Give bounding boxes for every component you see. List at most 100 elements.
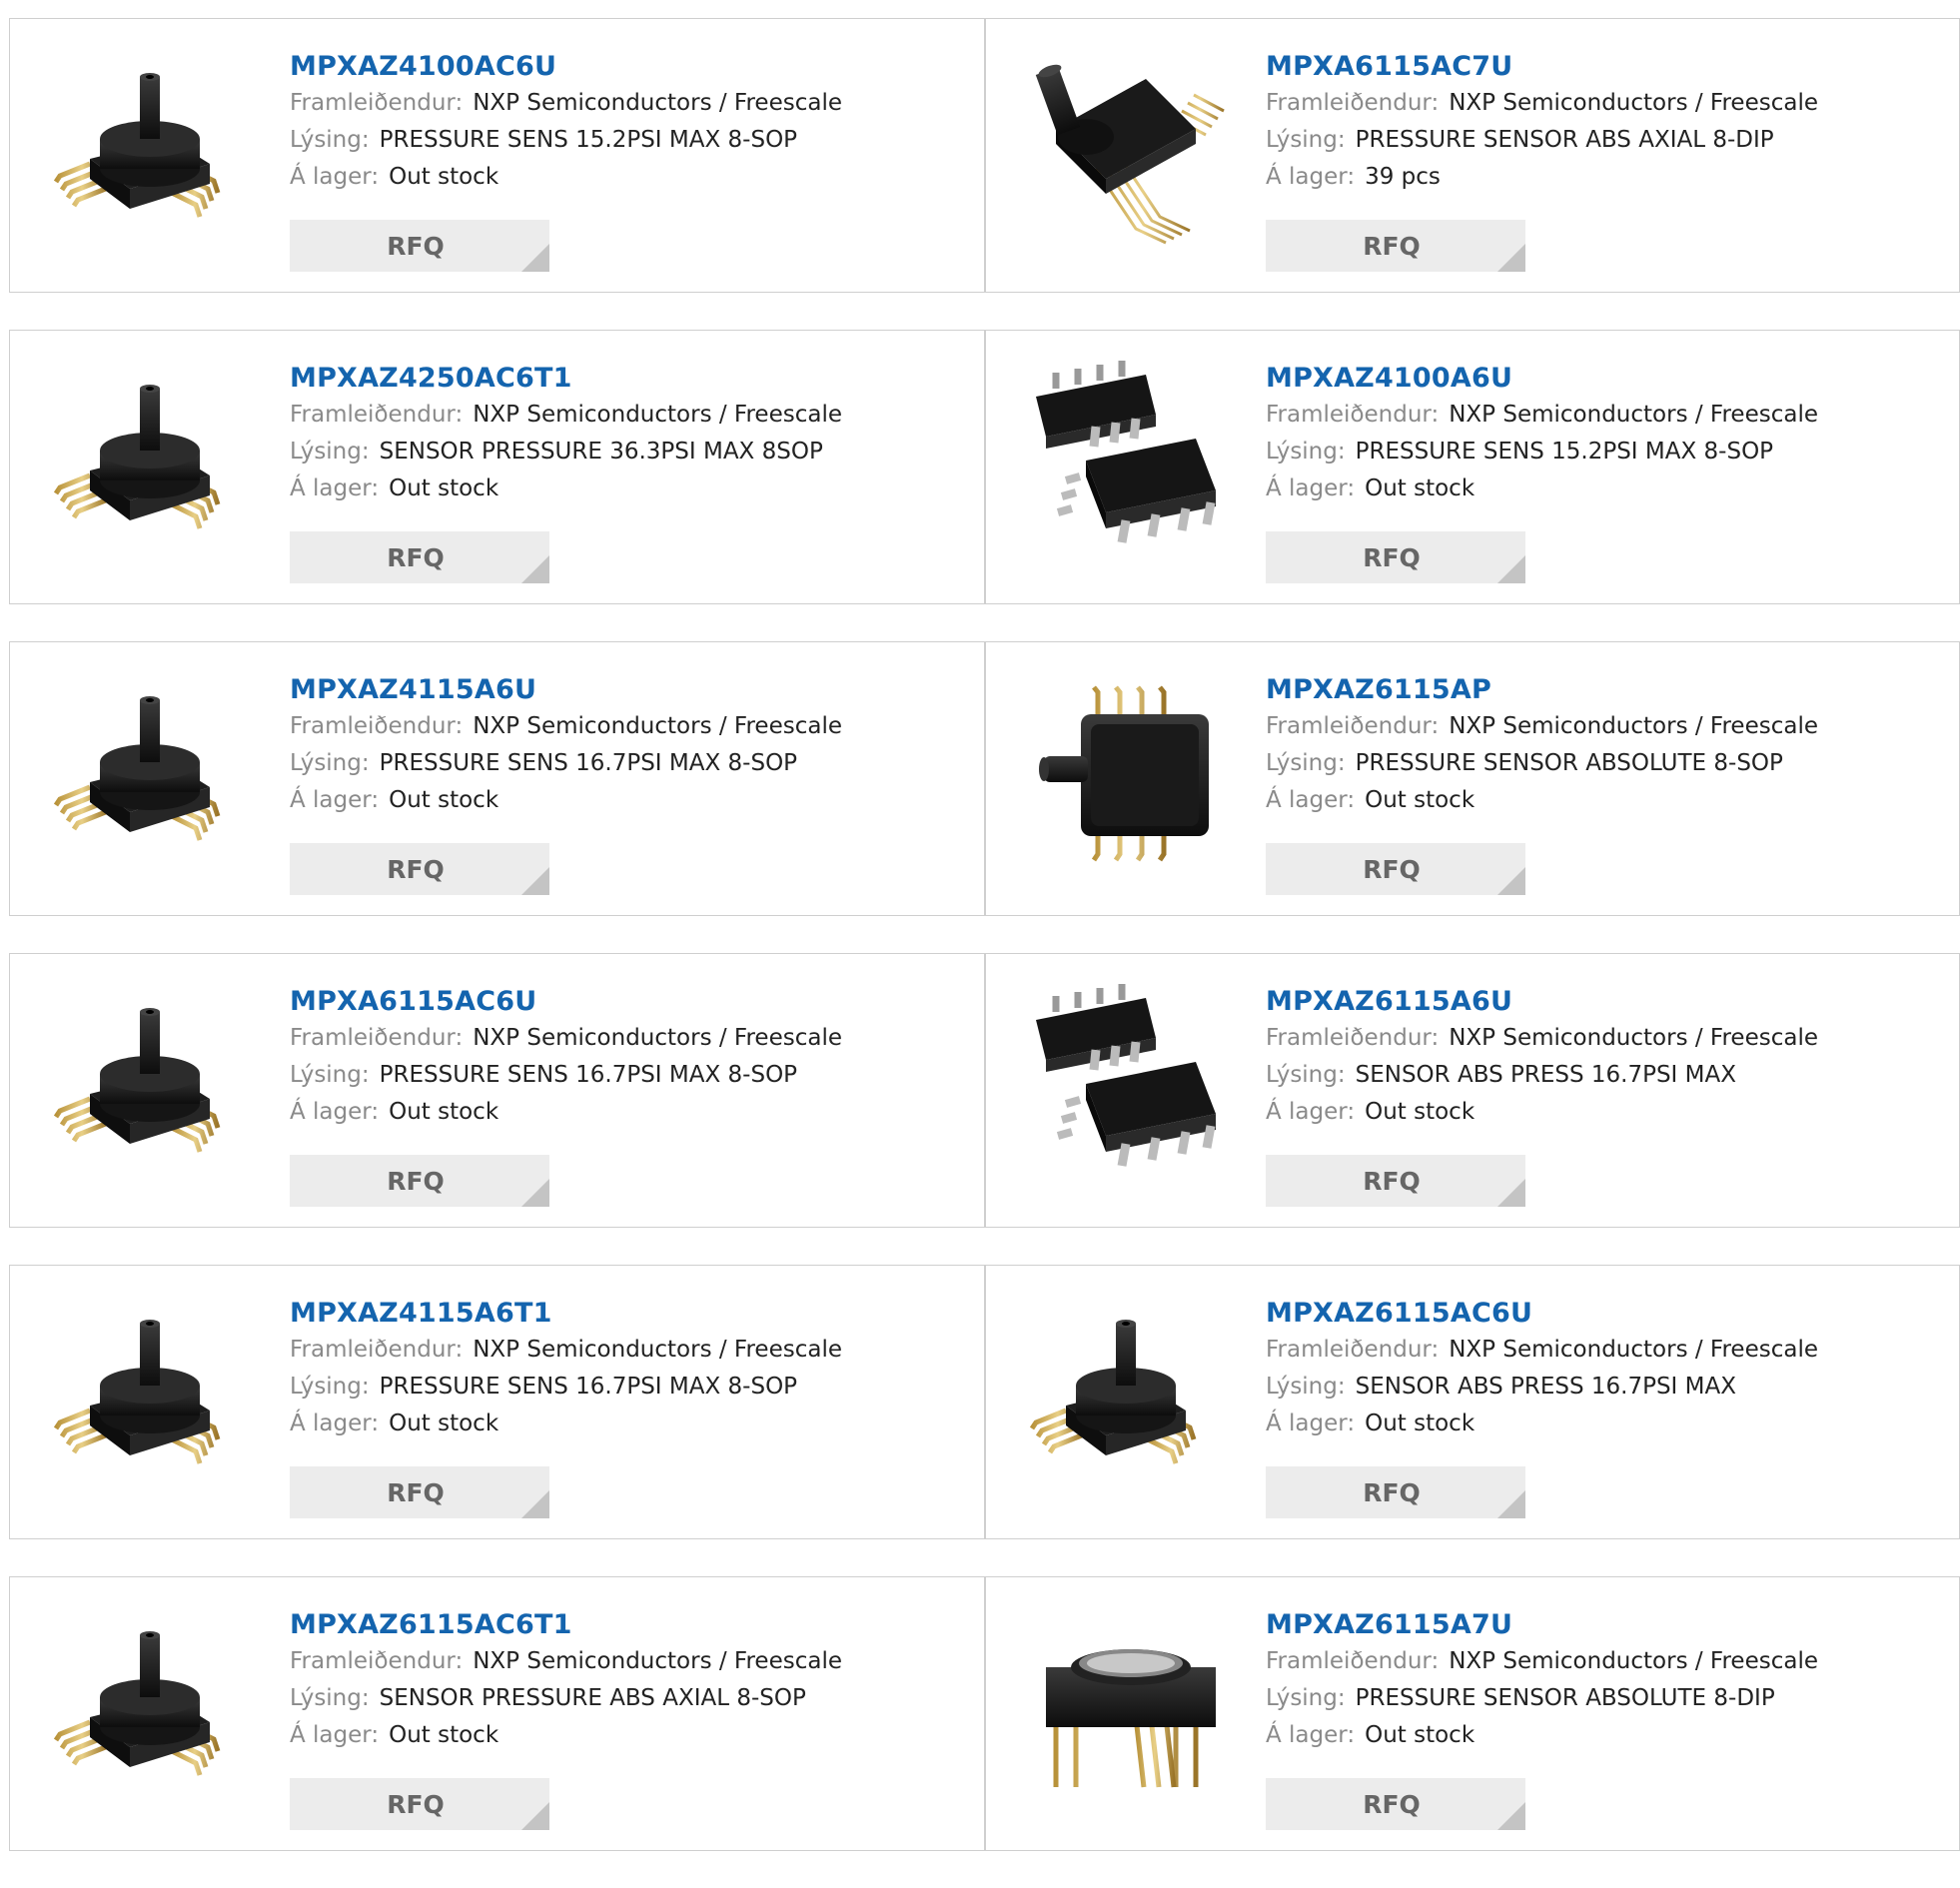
product-card: MPXAZ6115AP Framleiðendur: NXP Semiconduc… bbox=[985, 641, 1960, 916]
rfq-button[interactable]: RFQ bbox=[290, 220, 549, 272]
description-label: Lýsing: bbox=[290, 1062, 370, 1088]
product-card: MPXAZ4115A6U Framleiðendur: NXP Semicondu… bbox=[9, 641, 985, 916]
part-number-link[interactable]: MPXAZ4100A6U bbox=[1266, 361, 1818, 397]
manufacturer-label: Framleiðendur: bbox=[290, 1337, 464, 1363]
manufacturer-label: Framleiðendur: bbox=[290, 1025, 464, 1051]
rfq-button[interactable]: RFQ bbox=[290, 1155, 549, 1207]
manufacturer-row: Framleiðendur: NXP Semiconductors / Frees… bbox=[1266, 1020, 1818, 1057]
description-value: PRESSURE SENS 16.7PSI MAX 8-SOP bbox=[379, 1062, 798, 1088]
manufacturer-row: Framleiðendur: NXP Semiconductors / Frees… bbox=[1266, 708, 1818, 745]
stock-value: Out stock bbox=[1365, 1722, 1475, 1748]
stock-label: Á lager: bbox=[290, 787, 380, 813]
product-image[interactable] bbox=[50, 361, 250, 560]
manufacturer-row: Framleiðendur: NXP Semiconductors / Frees… bbox=[290, 1020, 842, 1057]
product-image[interactable] bbox=[1026, 672, 1226, 872]
product-image[interactable] bbox=[1026, 984, 1226, 1184]
manufacturer-row: Framleiðendur: NXP Semiconductors / Frees… bbox=[1266, 85, 1818, 122]
product-info: MPXAZ6115AC6T1 Framleiðendur: NXP Semicon… bbox=[290, 1607, 842, 1754]
part-number-link[interactable]: MPXAZ4100AC6U bbox=[290, 49, 842, 85]
rfq-button[interactable]: RFQ bbox=[1266, 531, 1525, 583]
rfq-button-label: RFQ bbox=[1363, 1477, 1421, 1507]
corner-triangle-icon bbox=[1497, 555, 1525, 583]
product-image[interactable] bbox=[1026, 49, 1226, 249]
description-value: PRESSURE SENS 15.2PSI MAX 8-SOP bbox=[379, 127, 798, 153]
product-image[interactable] bbox=[1026, 361, 1226, 560]
description-row: Lýsing: PRESSURE SENS 16.7PSI MAX 8-SOP bbox=[290, 745, 842, 782]
description-label: Lýsing: bbox=[1266, 1685, 1346, 1711]
pressure-sensor-dip-icon bbox=[1026, 1607, 1226, 1807]
stock-row: Á lager: Out stock bbox=[290, 1094, 842, 1131]
manufacturer-label: Framleiðendur: bbox=[1266, 1648, 1440, 1674]
stock-label: Á lager: bbox=[290, 164, 380, 190]
manufacturer-value: NXP Semiconductors / Freescale bbox=[1449, 402, 1818, 428]
part-number-link[interactable]: MPXAZ4115A6U bbox=[290, 672, 842, 708]
corner-triangle-icon bbox=[1497, 1802, 1525, 1830]
description-label: Lýsing: bbox=[290, 1374, 370, 1400]
description-row: Lýsing: PRESSURE SENS 16.7PSI MAX 8-SOP bbox=[290, 1369, 842, 1406]
corner-triangle-icon bbox=[521, 1179, 549, 1207]
part-number-link[interactable]: MPXAZ6115A7U bbox=[1266, 1607, 1818, 1643]
rfq-button[interactable]: RFQ bbox=[1266, 1778, 1525, 1830]
stock-label: Á lager: bbox=[290, 1722, 380, 1748]
manufacturer-label: Framleiðendur: bbox=[290, 90, 464, 116]
rfq-button[interactable]: RFQ bbox=[290, 843, 549, 895]
rfq-button-label: RFQ bbox=[1363, 542, 1421, 572]
manufacturer-row: Framleiðendur: NXP Semiconductors / Frees… bbox=[290, 397, 842, 434]
product-image[interactable] bbox=[50, 672, 250, 872]
product-image[interactable] bbox=[1026, 1296, 1226, 1495]
part-number-link[interactable]: MPXAZ4250AC6T1 bbox=[290, 361, 842, 397]
manufacturer-label: Framleiðendur: bbox=[290, 713, 464, 739]
rfq-button[interactable]: RFQ bbox=[1266, 220, 1525, 272]
stock-label: Á lager: bbox=[290, 1099, 380, 1125]
rfq-button[interactable]: RFQ bbox=[1266, 843, 1525, 895]
soic-chip-pair-icon bbox=[1026, 984, 1226, 1184]
rfq-button[interactable]: RFQ bbox=[1266, 1466, 1525, 1518]
rfq-button-label: RFQ bbox=[387, 854, 445, 884]
manufacturer-value: NXP Semiconductors / Freescale bbox=[473, 1025, 842, 1051]
rfq-button[interactable]: RFQ bbox=[290, 531, 549, 583]
manufacturer-value: NXP Semiconductors / Freescale bbox=[1449, 90, 1818, 116]
stock-row: Á lager: Out stock bbox=[1266, 1406, 1818, 1442]
part-number-link[interactable]: MPXAZ6115A6U bbox=[1266, 984, 1818, 1020]
rfq-button-label: RFQ bbox=[387, 1166, 445, 1196]
manufacturer-row: Framleiðendur: NXP Semiconductors / Frees… bbox=[1266, 1643, 1818, 1680]
stock-value: Out stock bbox=[1365, 1411, 1475, 1436]
manufacturer-label: Framleiðendur: bbox=[1266, 1337, 1440, 1363]
part-number-link[interactable]: MPXAZ6115AP bbox=[1266, 672, 1818, 708]
manufacturer-row: Framleiðendur: NXP Semiconductors / Frees… bbox=[290, 85, 842, 122]
description-label: Lýsing: bbox=[1266, 1062, 1346, 1088]
pressure-sensor-sop-port-icon bbox=[50, 1607, 250, 1807]
stock-row: Á lager: Out stock bbox=[1266, 1094, 1818, 1131]
corner-triangle-icon bbox=[1497, 867, 1525, 895]
stock-label: Á lager: bbox=[1266, 1411, 1356, 1436]
product-image[interactable] bbox=[1026, 1607, 1226, 1807]
manufacturer-label: Framleiðendur: bbox=[290, 402, 464, 428]
rfq-button[interactable]: RFQ bbox=[1266, 1155, 1525, 1207]
product-image[interactable] bbox=[50, 49, 250, 249]
product-card: MPXAZ4100AC6U Framleiðendur: NXP Semicond… bbox=[9, 18, 985, 293]
part-number-link[interactable]: MPXAZ6115AC6U bbox=[1266, 1296, 1818, 1332]
part-number-link[interactable]: MPXAZ4115A6T1 bbox=[290, 1296, 842, 1332]
stock-value: Out stock bbox=[1365, 475, 1475, 501]
stock-value: Out stock bbox=[389, 1411, 499, 1436]
pressure-sensor-sop-port-icon bbox=[1026, 1296, 1226, 1495]
manufacturer-value: NXP Semiconductors / Freescale bbox=[473, 90, 842, 116]
part-number-link[interactable]: MPXA6115AC6U bbox=[290, 984, 842, 1020]
manufacturer-label: Framleiðendur: bbox=[1266, 713, 1440, 739]
rfq-button[interactable]: RFQ bbox=[290, 1466, 549, 1518]
description-row: Lýsing: PRESSURE SENS 15.2PSI MAX 8-SOP bbox=[290, 122, 842, 159]
rfq-button[interactable]: RFQ bbox=[290, 1778, 549, 1830]
product-image[interactable] bbox=[50, 1607, 250, 1807]
manufacturer-row: Framleiðendur: NXP Semiconductors / Frees… bbox=[290, 1643, 842, 1680]
corner-triangle-icon bbox=[521, 244, 549, 272]
stock-row: Á lager: Out stock bbox=[290, 1717, 842, 1754]
product-image[interactable] bbox=[50, 984, 250, 1184]
pressure-sensor-sop-port-icon bbox=[50, 361, 250, 560]
part-number-link[interactable]: MPXA6115AC7U bbox=[1266, 49, 1818, 85]
soic-chip-pair-icon bbox=[1026, 361, 1226, 560]
description-value: PRESSURE SENSOR ABSOLUTE 8-DIP bbox=[1355, 1685, 1775, 1711]
manufacturer-value: NXP Semiconductors / Freescale bbox=[473, 713, 842, 739]
part-number-link[interactable]: MPXAZ6115AC6T1 bbox=[290, 1607, 842, 1643]
product-image[interactable] bbox=[50, 1296, 250, 1495]
description-value: SENSOR ABS PRESS 16.7PSI MAX bbox=[1355, 1374, 1736, 1400]
